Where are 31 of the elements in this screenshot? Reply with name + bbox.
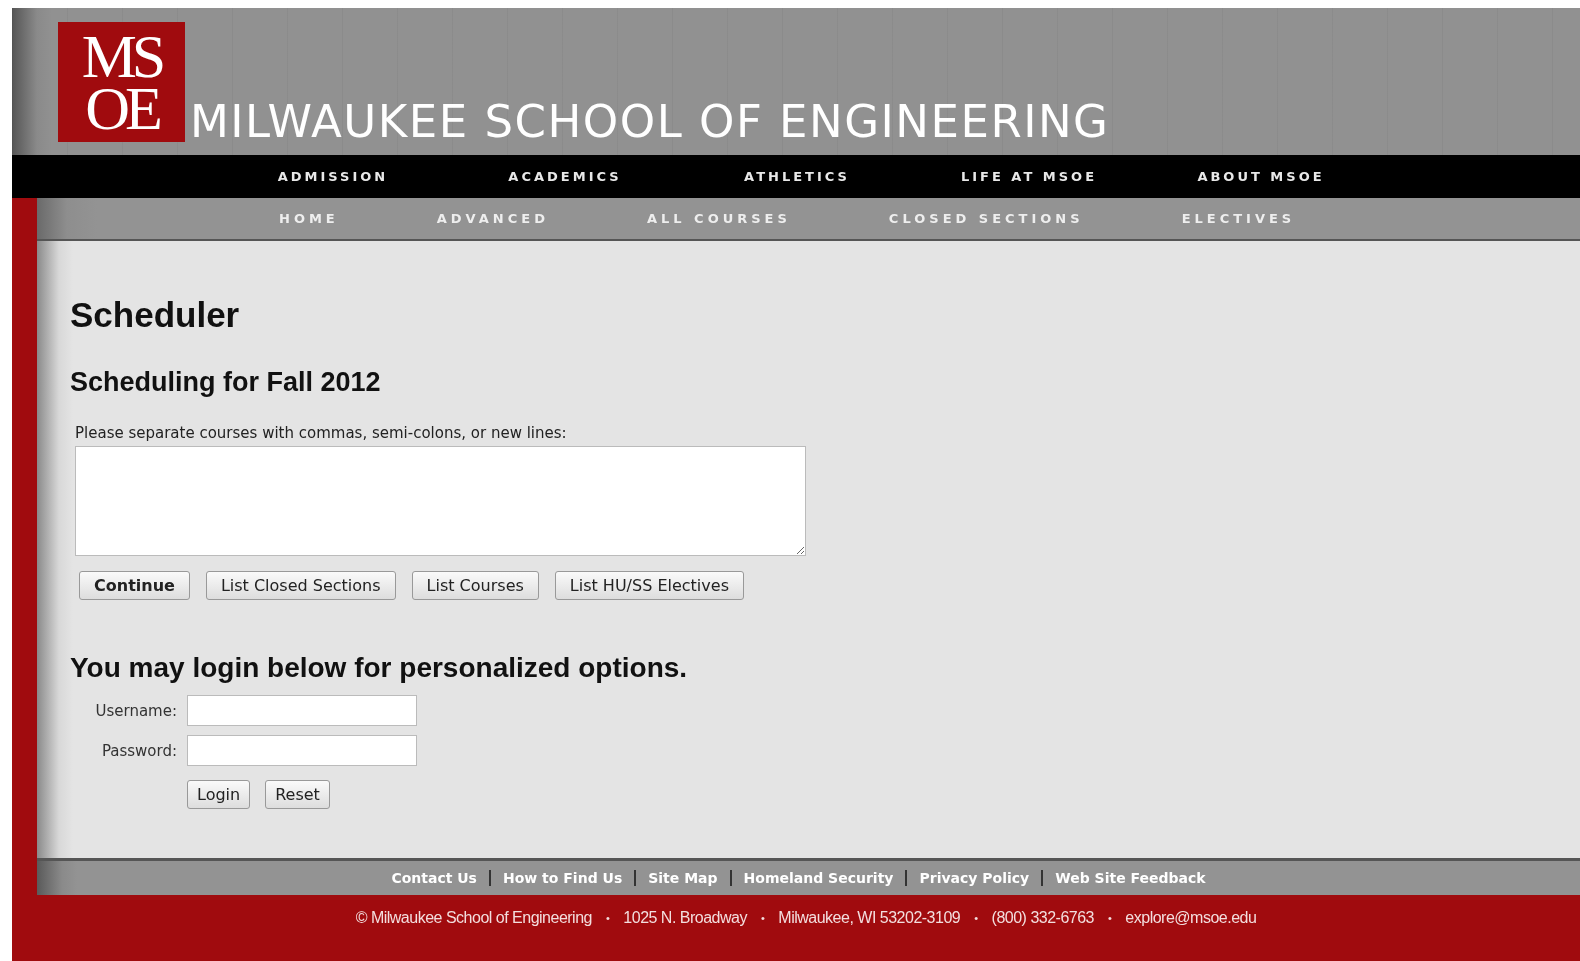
input-field[interactable]	[187, 695, 417, 726]
form-button[interactable]: List Courses	[411, 571, 539, 600]
form-button[interactable]: List Closed Sections	[205, 571, 396, 600]
form-button[interactable]: List HU/SS Electives	[554, 571, 744, 600]
field-label: Username:	[94, 701, 178, 720]
bullet-separator: •	[1108, 912, 1112, 924]
bullet-separator: •	[760, 912, 765, 924]
footer-text: Milwaukee, WI 53202-3109	[778, 909, 961, 927]
footer-text: 1025 N. Broadway	[623, 909, 747, 927]
form-button[interactable]: Continue	[79, 571, 190, 600]
courses-field[interactable]	[75, 446, 806, 556]
bullet-separator: •	[605, 912, 610, 924]
footer-text: (800) 332-6763	[991, 909, 1094, 927]
page-title: Scheduler	[70, 294, 241, 336]
nav-link[interactable]: ACADEMICS	[449, 169, 681, 184]
section-heading: Scheduling for Fall 2012	[70, 366, 382, 399]
bullet-separator: •	[974, 912, 978, 924]
input-field[interactable]	[187, 735, 417, 766]
nav-link[interactable]: ATHLETICS	[681, 169, 913, 184]
footer-text: explore@msoe.edu	[1125, 909, 1257, 927]
nav-link[interactable]: LIFE AT MSOE	[913, 169, 1145, 184]
site-title: MILWAUKEE SCHOOL OF ENGINEERING	[190, 98, 1110, 146]
form-button[interactable]: Reset	[265, 780, 330, 809]
school-logo[interactable]: MS OE	[58, 22, 185, 142]
field-label: Please separate courses with commas, semi-colons, or new lines:	[75, 423, 568, 443]
login-heading: You may login below for personalized options.	[70, 651, 689, 685]
field-label: Password:	[100, 741, 178, 760]
footer-text: © Milwaukee School of Engineering	[355, 909, 592, 927]
nav-link[interactable]: ABOUT MSOE	[1145, 169, 1377, 184]
nav-link[interactable]: ADMISSION	[217, 169, 449, 184]
form-button[interactable]: Login	[187, 780, 251, 809]
